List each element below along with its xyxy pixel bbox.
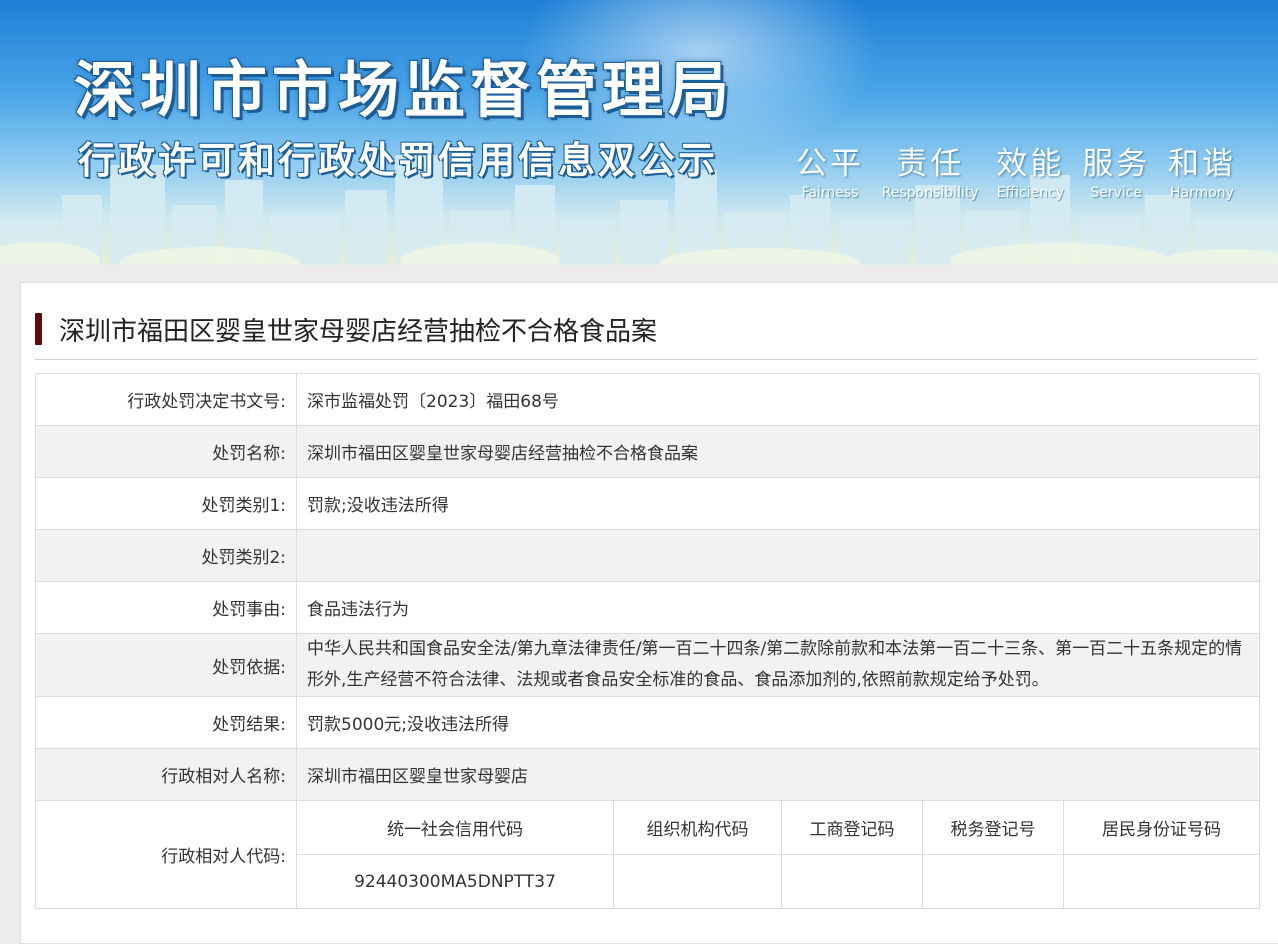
field-label: 处罚事由:: [35, 581, 297, 634]
page-title: 深圳市福田区婴皇世家母婴店经营抽检不合格食品案: [35, 309, 1257, 360]
decision-number-value: 深市监福处罚〔2023〕福田68号: [295, 373, 1261, 426]
column-header: 统一社会信用代码: [296, 800, 614, 855]
site-banner: 深圳市市场监督管理局 行政许可和行政处罚信用信息双公示 公平 Fairness …: [0, 0, 1278, 265]
penalty-name-value: 深圳市福田区婴皇世家母婴店经营抽检不合格食品案: [295, 425, 1261, 478]
credit-code-value: 92440300MA5DNPTT37: [296, 854, 614, 909]
result-value: 罚款5000元;没收违法所得: [295, 696, 1261, 749]
column-header: 工商登记码: [781, 800, 923, 855]
party-name-value: 深圳市福田区婴皇世家母婴店: [295, 748, 1261, 801]
value-label-en: Efficiency: [996, 185, 1065, 201]
table-row: 处罚类别2:: [35, 529, 1261, 582]
bureau-title: 深圳市市场监督管理局: [74, 55, 735, 126]
core-values: 公平 Fairness 责任 Responsibility 效能 Efficie…: [796, 138, 1236, 201]
bureau-subtitle: 行政许可和行政处罚信用信息双公示: [78, 139, 718, 182]
value-efficiency: 效能 Efficiency: [996, 138, 1064, 201]
page-title-text: 深圳市福田区婴皇世家母婴店经营抽检不合格食品案: [59, 317, 658, 347]
basis-value: 中华人民共和国食品安全法/第九章法律责任/第一百二十四条/第二款除前款和本法第一…: [295, 633, 1261, 697]
field-label: 行政处罚决定书文号:: [35, 373, 297, 426]
table-row: 处罚名称: 深圳市福田区婴皇世家母婴店经营抽检不合格食品案: [35, 425, 1261, 478]
field-label: 处罚名称:: [35, 425, 297, 478]
column-header: 税务登记号: [922, 800, 1064, 855]
table-row: 行政相对人名称: 深圳市福田区婴皇世家母婴店: [35, 748, 1261, 801]
field-label: 处罚类别2:: [35, 529, 297, 582]
table-row: 处罚依据: 中华人民共和国食品安全法/第九章法律责任/第一百二十四条/第二款除前…: [35, 633, 1261, 697]
table-row: 行政相对人代码: 统一社会信用代码 组织机构代码 工商登记码 税务登记号 居民身…: [35, 800, 1261, 909]
value-harmony: 和谐 Harmony: [1168, 138, 1236, 201]
field-label: 处罚结果:: [35, 696, 297, 749]
field-label: 行政相对人名称:: [35, 748, 297, 801]
category2-value: [295, 529, 1261, 582]
value-label-en: Fairness: [801, 185, 859, 201]
field-label: 行政相对人代码:: [35, 800, 297, 909]
field-label: 处罚类别1:: [35, 477, 297, 530]
table-row: 处罚结果: 罚款5000元;没收违法所得: [35, 696, 1261, 749]
value-responsibility: 责任 Responsibility: [882, 138, 979, 201]
value-label-en: Harmony: [1169, 185, 1234, 201]
org-code-value: [613, 854, 782, 909]
id-card-value: [1062, 854, 1261, 909]
table-row: 处罚类别1: 罚款;没收违法所得: [35, 477, 1261, 530]
tax-reg-value: [922, 854, 1064, 909]
value-service: 服务 Service: [1082, 138, 1150, 201]
title-accent-bar: [35, 313, 42, 345]
business-reg-value: [781, 854, 923, 909]
field-label: 处罚依据:: [35, 633, 297, 697]
value-label-zh: 和谐: [1167, 146, 1236, 182]
value-fairness: 公平 Fairness: [796, 138, 864, 201]
column-header: 居民身份证号码: [1062, 800, 1261, 855]
value-label-zh: 责任: [896, 146, 965, 182]
penalty-info-table: 行政处罚决定书文号: 深市监福处罚〔2023〕福田68号 处罚名称: 深圳市福田…: [35, 373, 1261, 909]
value-label-zh: 效能: [996, 146, 1065, 182]
value-label-zh: 公平: [796, 146, 864, 182]
value-label-en: Responsibility: [881, 185, 979, 201]
value-label-zh: 服务: [1082, 146, 1151, 182]
reason-value: 食品违法行为: [295, 581, 1261, 634]
category1-value: 罚款;没收违法所得: [295, 477, 1261, 530]
column-header: 组织机构代码: [613, 800, 782, 855]
content-panel: 深圳市福田区婴皇世家母婴店经营抽检不合格食品案 行政处罚决定书文号: 深市监福处…: [20, 282, 1278, 944]
table-row: 处罚事由: 食品违法行为: [35, 581, 1261, 634]
value-label-en: Service: [1090, 185, 1143, 201]
table-row: 行政处罚决定书文号: 深市监福处罚〔2023〕福田68号: [35, 373, 1261, 426]
